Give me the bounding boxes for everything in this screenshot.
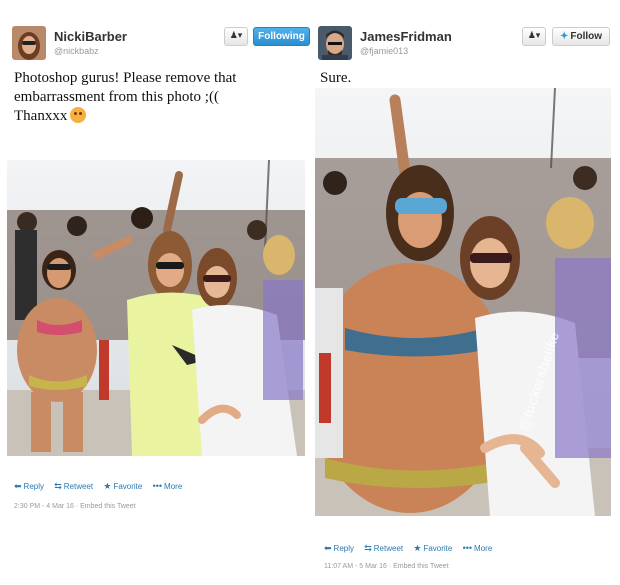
user-fullname[interactable]: NickiBarber [54, 29, 127, 44]
star-icon: ★ [413, 543, 422, 553]
tweet-original: NickiBarber @nickbabz ♟▾ Following Photo… [6, 0, 310, 585]
tweet-header: NickiBarber @nickbabz ♟▾ Following [12, 22, 310, 62]
user-actions-button[interactable]: ♟▾ [224, 27, 248, 46]
more-link[interactable]: ••• More [463, 543, 493, 553]
reply-label: Reply [333, 544, 354, 553]
retweet-label: Retweet [63, 482, 94, 491]
tweet-photo[interactable]: @fuckersbelike [315, 88, 611, 516]
user-handle[interactable]: @fjamie013 [360, 46, 452, 56]
user-names: JamesFridman @fjamie013 [360, 29, 452, 56]
tweet-timestamp[interactable]: 2:30 PM - 4 Mar 16 · Embed this Tweet [14, 503, 136, 510]
star-icon: ★ [103, 481, 112, 491]
tweet-text-line: Sure. [320, 70, 352, 86]
reply-icon: ⬅ [324, 543, 332, 553]
retweet-link[interactable]: ⇆ Retweet [54, 481, 93, 492]
more-label: More [474, 544, 493, 553]
favorite-label: Favorite [113, 482, 143, 491]
user-actions-button[interactable]: ♟▾ [522, 27, 546, 46]
person-icon: ♟▾ [229, 31, 243, 41]
tweet-timestamp[interactable]: 11:07 AM - 5 Mar 16 · Embed this Tweet [324, 563, 449, 570]
favorite-label: Favorite [423, 544, 453, 553]
reply-link[interactable]: ⬅ Reply [324, 543, 354, 554]
user-handle[interactable]: @nickbabz [54, 46, 127, 56]
more-link[interactable]: ••• More [153, 481, 183, 491]
more-label: More [164, 482, 183, 491]
reply-label: Reply [23, 482, 44, 491]
avatar[interactable] [12, 26, 46, 60]
tweet-header: JamesFridman @fjamie013 ♟▾ ✦ Follow [318, 22, 610, 62]
tweet-actions: ⬅ Reply ⇆ Retweet ★ Favorite ••• More [324, 543, 500, 554]
tweet-text: Photoshop gurus! Please remove that emba… [14, 69, 299, 126]
tweet-text: Sure. [320, 69, 605, 88]
tweet-text-line: Photoshop gurus! Please remove that [14, 70, 237, 86]
favorite-link[interactable]: ★ Favorite [413, 543, 452, 554]
retweet-icon: ⇆ [364, 543, 372, 553]
tweet-reply: JamesFridman @fjamie013 ♟▾ ✦ Follow Sure. [312, 0, 614, 585]
tweet-text-line: Thanxxx [14, 107, 299, 126]
tweet-text-last: Thanxxx [14, 108, 68, 124]
retweet-link[interactable]: ⇆ Retweet [364, 543, 403, 554]
retweet-icon: ⇆ [54, 481, 62, 491]
beach-party-photo-edited [315, 88, 611, 516]
more-icon: ••• [462, 543, 473, 553]
reply-link[interactable]: ⬅ Reply [14, 481, 44, 492]
twitter-bird-icon: ✦ [559, 31, 569, 42]
person-icon: ♟▾ [527, 31, 541, 41]
favorite-link[interactable]: ★ Favorite [103, 481, 142, 492]
tweet-photo[interactable] [7, 160, 305, 456]
tweet-actions: ⬅ Reply ⇆ Retweet ★ Favorite ••• More [14, 481, 190, 492]
user-fullname[interactable]: JamesFridman [360, 29, 452, 44]
user-names: NickiBarber @nickbabz [54, 29, 127, 56]
follow-label: Follow [570, 31, 603, 42]
grinning-face-emoji-icon [70, 107, 87, 123]
tweet-text-line: embarrassment from this photo ;(( [14, 89, 219, 105]
reply-icon: ⬅ [14, 481, 22, 491]
more-icon: ••• [152, 481, 163, 491]
avatar[interactable] [318, 26, 352, 60]
follow-button[interactable]: ✦ Follow [552, 27, 610, 46]
beach-party-photo [7, 160, 305, 456]
following-button[interactable]: Following [253, 27, 310, 46]
retweet-label: Retweet [373, 544, 404, 553]
